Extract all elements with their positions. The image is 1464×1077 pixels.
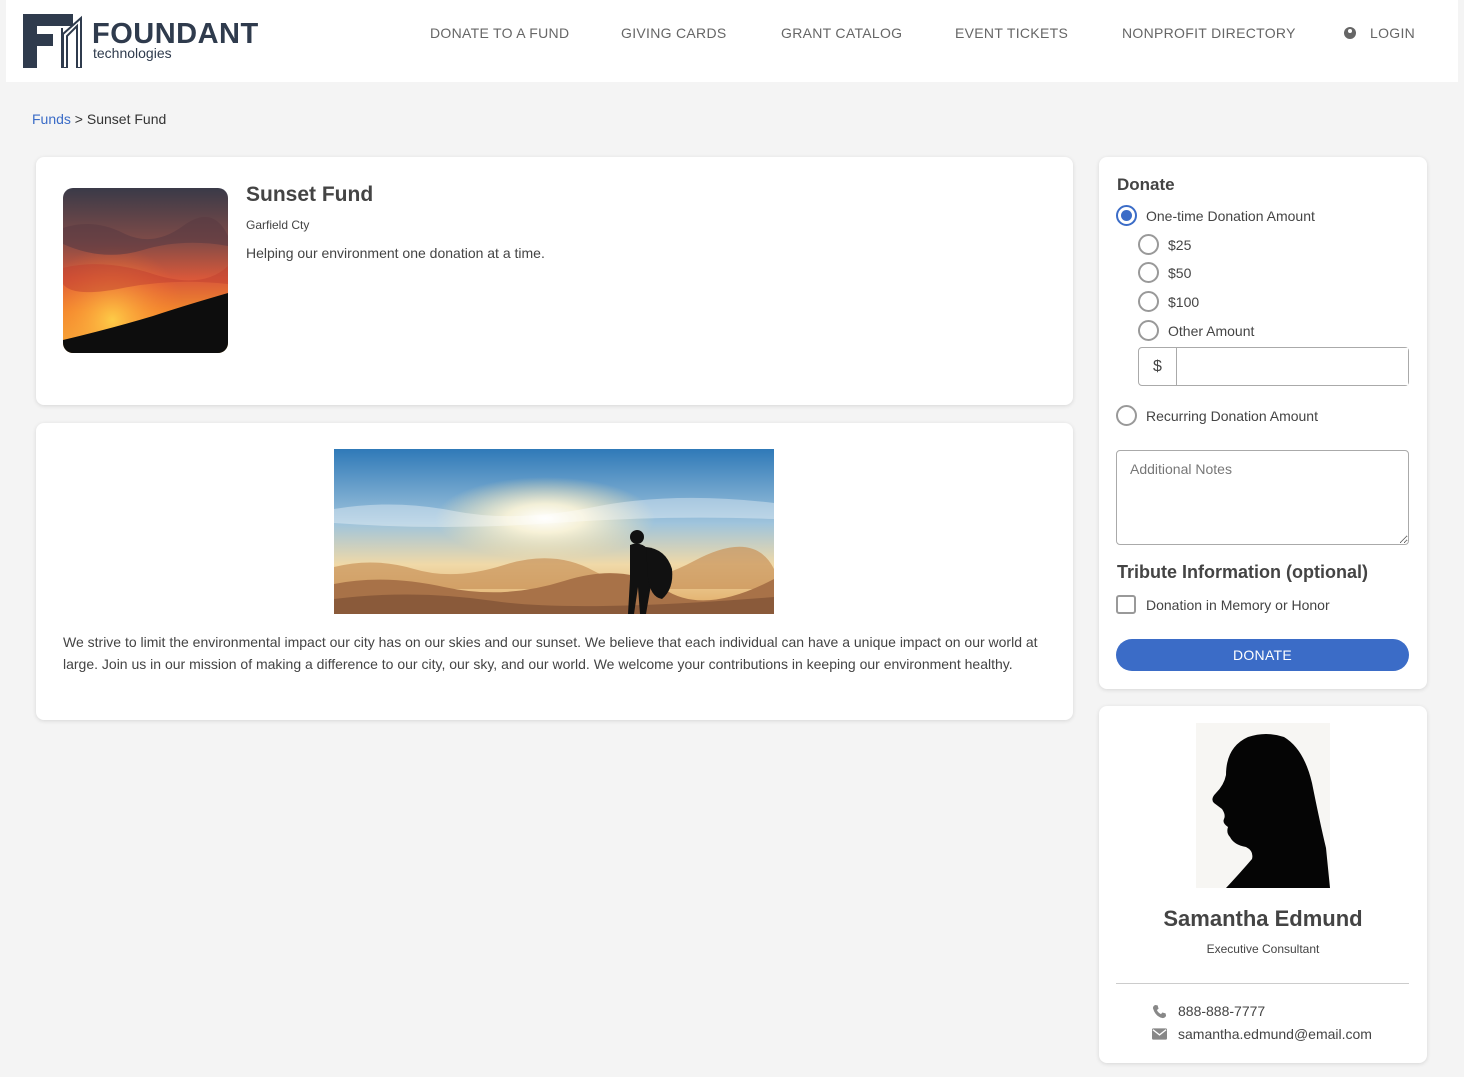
tribute-checkbox[interactable] [1116, 595, 1136, 614]
tribute-checkbox-label: Donation in Memory or Honor [1146, 596, 1330, 613]
hiker-sunrise-banner-image [334, 449, 774, 614]
login-label: LOGIN [1370, 25, 1416, 41]
recurring-donation-label: Recurring Donation Amount [1146, 407, 1318, 424]
contact-name: Samantha Edmund [1163, 906, 1363, 931]
tribute-option[interactable]: Donation in Memory or Honor [1116, 595, 1330, 614]
breadcrumb-separator: > [70, 111, 87, 127]
fund-thumbnail-image [63, 188, 228, 353]
recurring-donation-option[interactable]: Recurring Donation Amount [1116, 405, 1318, 426]
divider [1116, 983, 1409, 984]
amount-label: $100 [1168, 293, 1200, 310]
currency-prefix: $ [1139, 348, 1177, 385]
fund-description: We strive to limit the environmental imp… [63, 634, 1038, 672]
breadcrumb-funds-link[interactable]: Funds [32, 111, 71, 127]
fund-title: Sunset Fund [246, 183, 374, 206]
contact-phone-text: 888-888-7777 [1178, 1003, 1266, 1019]
fund-summary-card: Sunset Fund Garfield Cty Helping our env… [36, 157, 1073, 405]
nav-donate-to-a-fund[interactable]: DONATE TO A FUND [430, 25, 569, 41]
donate-card: Donate One-time Donation Amount $25 $50 … [1099, 157, 1427, 689]
one-time-donation-option[interactable]: One-time Donation Amount [1116, 205, 1315, 226]
fund-location: Garfield Cty [246, 218, 310, 232]
amount-label: $50 [1168, 264, 1192, 281]
radio-icon[interactable] [1138, 262, 1159, 283]
nav-grant-catalog[interactable]: GRANT CATALOG [781, 25, 902, 41]
contact-avatar [1196, 723, 1330, 888]
breadcrumb: Funds > Sunset Fund [32, 111, 166, 127]
contact-role: Executive Consultant [1206, 942, 1320, 956]
site-header: FOUNDANT technologies DONATE TO A FUND G… [6, 0, 1458, 82]
donate-heading: Donate [1117, 175, 1175, 194]
other-amount-input[interactable] [1177, 348, 1408, 385]
amount-option-25[interactable]: $25 [1138, 234, 1191, 255]
user-circle-icon [1344, 27, 1356, 39]
amount-label: Other Amount [1168, 322, 1255, 339]
donate-button[interactable]: DONATE [1116, 639, 1409, 671]
nav-event-tickets[interactable]: EVENT TICKETS [955, 25, 1068, 41]
contact-card: Samantha Edmund Executive Consultant 888… [1099, 706, 1427, 1063]
radio-icon[interactable] [1138, 320, 1159, 341]
radio-icon[interactable] [1138, 234, 1159, 255]
logo-mark-icon [23, 14, 82, 68]
nav-nonprofit-directory[interactable]: NONPROFIT DIRECTORY [1122, 25, 1296, 41]
amount-label: $25 [1168, 236, 1192, 253]
amount-option-other[interactable]: Other Amount [1138, 320, 1254, 341]
radio-selected-icon[interactable] [1116, 205, 1137, 226]
amount-option-100[interactable]: $100 [1138, 291, 1199, 312]
breadcrumb-current: Sunset Fund [86, 111, 167, 127]
contact-email-text: samantha.edmund@email.com [1178, 1026, 1372, 1042]
fund-description-card: We strive to limit the environmental imp… [36, 423, 1073, 720]
contact-email[interactable]: samantha.edmund@email.com [1152, 1026, 1372, 1042]
radio-icon[interactable] [1116, 405, 1137, 426]
other-amount-field: $ [1138, 347, 1409, 386]
phone-icon [1152, 1004, 1167, 1018]
radio-icon[interactable] [1138, 291, 1159, 312]
additional-notes-textarea[interactable] [1116, 450, 1409, 545]
nav-giving-cards[interactable]: GIVING CARDS [621, 25, 727, 41]
one-time-donation-label: One-time Donation Amount [1146, 207, 1315, 224]
amount-option-50[interactable]: $50 [1138, 262, 1191, 283]
nav-login[interactable]: LOGIN [1344, 25, 1415, 41]
foundant-logo[interactable]: FOUNDANT technologies [23, 12, 258, 68]
brand-subtitle: technologies [93, 45, 172, 61]
tribute-heading: Tribute Information (optional) [1117, 562, 1368, 582]
envelope-icon [1152, 1028, 1167, 1040]
fund-tagline: Helping our environment one donation at … [246, 245, 545, 261]
contact-phone[interactable]: 888-888-7777 [1152, 1003, 1265, 1019]
